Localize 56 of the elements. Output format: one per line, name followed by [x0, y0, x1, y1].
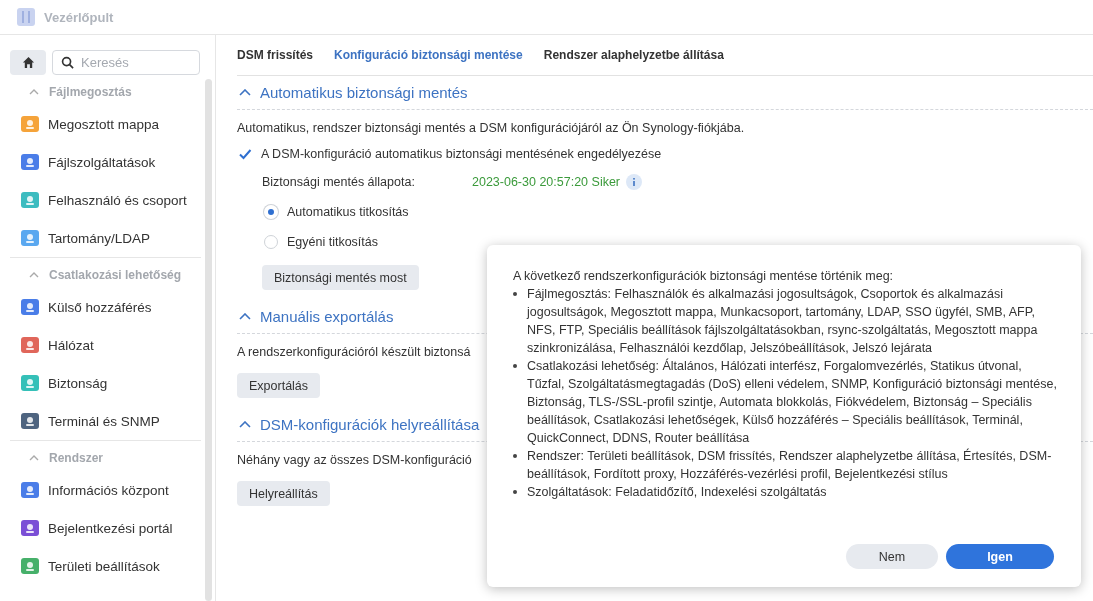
sidebar-item[interactable]: Megosztott mappa: [10, 105, 201, 143]
home-icon: [21, 56, 35, 69]
tab[interactable]: Konfiguráció biztonsági mentése: [334, 48, 523, 62]
info-icon[interactable]: [626, 174, 643, 190]
sidebar-item[interactable]: Információs központ: [10, 471, 201, 509]
bullet-text: Fájlmegosztás: Felhasználók és alkalmazási jogosultságok, Csoportok és alkalmazási jogosultságok, Megosztott mappa, Munkacsoport, tartomány, LDAP, SSO ügyfél, SMB, AFP, NFS, FTP, Speciális beállítások fájlszolgáltatásokban, rsync-szolgáltatás, Megosztott mappa szinkronizálása, Felhasználói kezdőlap, Jelszóbeállítások, Jelszó lejárata: [527, 286, 1039, 357]
bullet-icon: [513, 454, 517, 458]
bullet-icon: [513, 490, 517, 494]
sidebar-item[interactable]: Területi beállítások: [10, 547, 201, 585]
control-panel-icon: [16, 7, 36, 27]
sidebar-item[interactable]: Bejelentkezési portál: [10, 509, 201, 547]
action-button[interactable]: Biztonsági mentés most: [262, 265, 419, 290]
bullet-text: Szolgáltatások: Feladatidőzítő, Indexelési szolgáltatás: [527, 484, 827, 501]
dialog-button[interactable]: Igen: [946, 544, 1054, 569]
tab[interactable]: Rendszer alaphelyzetbe állítása: [543, 48, 724, 62]
status-label: Biztonsági mentés állapota:: [262, 175, 416, 189]
bullet-icon: [513, 364, 517, 368]
section-title: DSM-konfigurációk helyreállítása: [260, 416, 480, 433]
checkbox-label: A DSM-konfiguráció automatikus biztonsági mentésének engedélyezése: [261, 147, 662, 161]
group-heading: Rendszer: [49, 451, 104, 465]
radio-label: Egyéni titkosítás: [287, 235, 378, 249]
scrollbar[interactable]: [205, 79, 212, 601]
sidebar-item[interactable]: Hálózat: [10, 326, 201, 364]
action-button[interactable]: Exportálás: [237, 373, 321, 398]
search-field[interactable]: Keresés: [52, 50, 200, 75]
dialog-intro: A következő rendszerkonfigurációk biztonsági mentése történik meg:: [513, 268, 895, 285]
section-description: A rendszerkonfigurációról készült biztonsá: [237, 345, 471, 359]
chevron-icon[interactable]: [239, 421, 251, 428]
dialog-button[interactable]: Nem: [846, 544, 938, 569]
bullet-icon: [513, 292, 517, 296]
section-description: Automatikus, rendszer biztonsági mentés a DSM konfigurációjáról az Ön Synology-fiókjába.: [237, 121, 745, 135]
sidebar-item[interactable]: Külső hozzáférés: [10, 288, 201, 326]
search-icon: [61, 56, 74, 69]
users-icon: [20, 190, 40, 210]
group-heading: Csatlakozási lehetőség: [49, 268, 182, 282]
bullet-text: Csatlakozási lehetőség: Általános, Hálózati interfész, Forgalomvezérlés, Statikus útvonal, Tűzfal, Szolgáltatásmegtagadás (DoS) elleni védelem, SNMP, Konfiguráció biztonsági mentése, Biztonság, TLS-/SSL-profil szintje, Automata blokkolás, Fiókvédelem, Biztonság – Speciális beállítások, Csatlakozási lehetőségek, Külső hozzáférés – Speciális beállítások, Terminál, QuickConnect, DDNS, Router beállítása: [527, 357, 1058, 447]
chevron-icon[interactable]: [239, 89, 251, 96]
contact-card-icon: [20, 228, 40, 248]
section-title: Automatikus biztonsági mentés: [260, 84, 468, 101]
status-value: 2023-06-30 20:57:20 Siker: [472, 175, 621, 189]
section-title: Manuális exportálás: [260, 308, 394, 325]
radio-label: Automatikus titkosítás: [287, 205, 409, 219]
chevron-icon[interactable]: [239, 313, 251, 320]
sidebar-item[interactable]: Biztonság: [10, 364, 201, 402]
bullet-text: Rendszer: Területi beállítások, DSM frissítés, Rendszer alaphelyzetbe állítása, Értesítés, DSM-beállítások, Fordított proxy, Hozzáférés-vezérlési profil, Bejelentkezési stílus: [527, 447, 1053, 483]
section-description: Néhány vagy az összes DSM-konfiguráció: [237, 453, 472, 467]
sidebar-item[interactable]: Fájlszolgáltatások: [10, 143, 201, 181]
home-button[interactable]: [10, 50, 46, 75]
action-button[interactable]: Helyreállítás: [237, 481, 330, 506]
sidebar-item[interactable]: Tartomány/LDAP: [10, 219, 201, 257]
window-title: Vezérlőpult: [44, 9, 114, 25]
group-heading: Fájlmegosztás: [49, 85, 132, 99]
tab[interactable]: DSM frissítés: [237, 48, 314, 62]
radio-button[interactable]: [264, 235, 278, 249]
sidebar-item[interactable]: Felhasználó és csoport: [10, 181, 201, 219]
sidebar-item[interactable]: Terminál és SNMP: [10, 402, 201, 440]
